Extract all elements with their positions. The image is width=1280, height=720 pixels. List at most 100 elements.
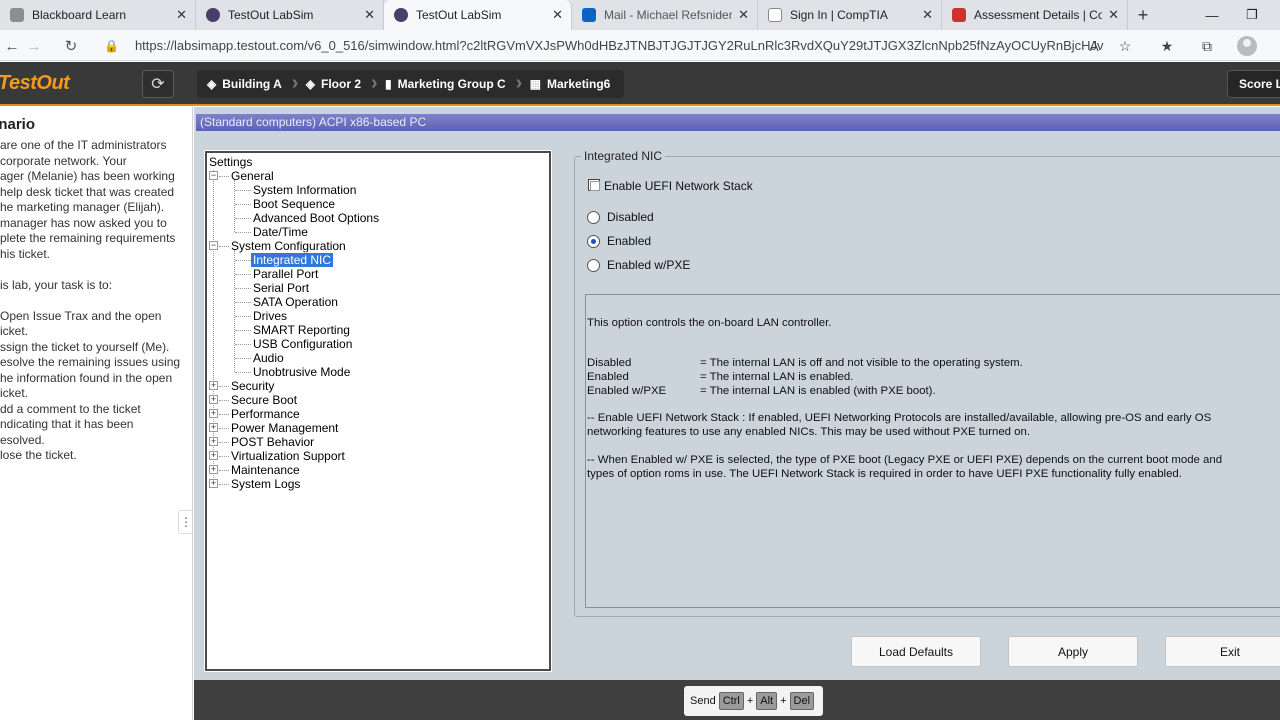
close-icon[interactable]: ✕	[738, 7, 749, 23]
tree-item[interactable]: Parallel Port	[253, 267, 318, 281]
uefi-checkbox-label[interactable]: Enable UEFI Network Stack	[604, 179, 753, 193]
tree-item[interactable]: Serial Port	[253, 281, 309, 295]
tree-node[interactable]: Power Management	[231, 421, 338, 435]
tree-item[interactable]: SMART Reporting	[253, 323, 350, 337]
breadcrumb-group[interactable]: ▮ Marketing Group C ›	[375, 70, 522, 98]
tree-connector	[235, 218, 251, 219]
load-defaults-button[interactable]: Load Defaults	[851, 636, 981, 667]
expand-icon[interactable]: +	[209, 465, 218, 474]
lock-icon: 🔒	[104, 38, 119, 53]
expand-icon[interactable]: +	[209, 409, 218, 418]
browser-tab[interactable]: Blackboard Learn ✕	[0, 0, 196, 30]
ctrl-alt-del-button[interactable]: Send Ctrl + Alt + Del	[684, 686, 824, 716]
close-icon[interactable]: ✕	[1108, 7, 1119, 23]
breadcrumb-computer[interactable]: ▦ Marketing6	[520, 70, 625, 98]
close-icon[interactable]: ✕	[176, 7, 187, 23]
radio-disabled[interactable]	[587, 211, 600, 224]
url-field[interactable]: 🔒 https://labsimapp.testout.com/v6_0_516…	[104, 33, 1104, 58]
tree-item[interactable]: System Information	[253, 183, 356, 197]
expand-icon[interactable]: +	[209, 451, 218, 460]
tree-node[interactable]: System Logs	[231, 477, 300, 491]
tree-item[interactable]: Date/Time	[253, 225, 308, 239]
tree-connector	[219, 470, 229, 471]
uefi-network-stack-checkbox[interactable]	[588, 179, 600, 191]
tree-item[interactable]: Audio	[253, 351, 284, 365]
expand-icon[interactable]: +	[209, 381, 218, 390]
browser-tab-active[interactable]: TestOut LabSim ✕	[384, 0, 572, 30]
breadcrumb-building[interactable]: ◈ Building A ›	[197, 70, 298, 98]
close-icon[interactable]: ✕	[552, 7, 563, 23]
tree-node[interactable]: Maintenance	[231, 463, 300, 477]
tree-node-system-configuration[interactable]: System Configuration	[231, 239, 346, 253]
description-uefi-note: -- Enable UEFI Network Stack : If enable…	[587, 412, 1212, 424]
expand-icon[interactable]: +	[209, 479, 218, 488]
read-aloud-icon[interactable]: A	[1082, 34, 1106, 58]
apply-button[interactable]: Apply	[1008, 636, 1138, 667]
collections-icon[interactable]: ⧉	[1195, 34, 1219, 58]
tree-connector	[235, 302, 251, 303]
profile-avatar[interactable]	[1237, 36, 1257, 56]
tree-node[interactable]: Secure Boot	[231, 393, 297, 407]
expand-icon[interactable]: +	[209, 395, 218, 404]
browser-tab[interactable]: Sign In | CompTIA ✕	[758, 0, 942, 30]
radio-enabled-pxe-label[interactable]: Enabled w/PXE	[607, 258, 690, 272]
favorites-icon[interactable]: ★	[1155, 34, 1179, 58]
radio-enabled-pxe[interactable]	[587, 259, 600, 272]
tree-node[interactable]: POST Behavior	[231, 435, 314, 449]
tree-connector	[235, 316, 251, 317]
tree-node[interactable]: Performance	[231, 407, 300, 421]
scenario-text-line: corporate network. Your	[0, 153, 127, 168]
tree-item[interactable]: SATA Operation	[253, 295, 338, 309]
breadcrumb-label: Floor 2	[321, 77, 362, 91]
outlook-icon	[582, 8, 596, 22]
more-options-icon[interactable]: ⋮	[178, 510, 192, 534]
expand-icon[interactable]: +	[209, 437, 218, 446]
browser-tab[interactable]: Mail - Michael Refsnider - C ✕	[572, 0, 758, 30]
collapse-icon[interactable]: −	[209, 241, 218, 250]
tree-node[interactable]: Security	[231, 379, 274, 393]
favorites-add-icon[interactable]: ☆	[1113, 34, 1137, 58]
plus-sign: +	[780, 695, 787, 707]
new-tab-icon[interactable]: +	[1128, 0, 1158, 30]
tree-node[interactable]: Virtualization Support	[231, 449, 345, 463]
minimize-icon[interactable]: —	[1192, 0, 1232, 30]
close-icon[interactable]: ✕	[922, 7, 933, 23]
maximize-icon[interactable]: ❐	[1232, 0, 1272, 30]
browser-tab[interactable]: Assessment Details | Comp ✕	[942, 0, 1128, 30]
tree-connector	[219, 400, 229, 401]
radio-enabled[interactable]	[587, 235, 600, 248]
tree-item[interactable]: USB Configuration	[253, 337, 352, 351]
tree-item[interactable]: Unobtrusive Mode	[253, 365, 350, 379]
tree-root-settings[interactable]: Settings	[209, 155, 252, 169]
expand-icon[interactable]: +	[209, 423, 218, 432]
score-button[interactable]: Score La	[1227, 70, 1280, 98]
forward-icon[interactable]: →	[22, 34, 46, 58]
tree-item[interactable]: Boot Sequence	[253, 197, 335, 211]
breadcrumb-floor[interactable]: ◈ Floor 2 ›	[296, 70, 378, 98]
reload-icon[interactable]: ↻	[59, 34, 83, 58]
tree-connector	[219, 484, 229, 485]
radio-enabled-label[interactable]: Enabled	[607, 234, 651, 248]
description-intro: This option controls the on-board LAN co…	[587, 317, 832, 329]
tree-item[interactable]: Advanced Boot Options	[253, 211, 379, 225]
browser-tab[interactable]: TestOut LabSim ✕	[196, 0, 384, 30]
back-icon[interactable]: ←	[0, 34, 24, 58]
refresh-icon[interactable]: ⟳	[142, 70, 174, 98]
exit-button[interactable]: Exit	[1165, 636, 1280, 667]
close-icon[interactable]: ✕	[364, 7, 375, 23]
tree-connector	[235, 260, 251, 261]
tree-item[interactable]: Drives	[253, 309, 287, 323]
radio-disabled-label[interactable]: Disabled	[607, 210, 654, 224]
scenario-text-line: ndicating that it has been	[0, 417, 134, 431]
tree-node-general[interactable]: General	[231, 169, 274, 183]
scenario-text-line: lose the ticket.	[0, 448, 77, 462]
tree-connector	[219, 176, 229, 177]
testout-icon	[394, 8, 408, 22]
bios-title-bar: (Standard computers) ACPI x86-based PC	[196, 114, 1280, 131]
breadcrumb: ◈ Building A › ◈ Floor 2 › ▮ Marketing G…	[197, 70, 625, 98]
tree-item[interactable]: Integrated NIC	[249, 252, 335, 268]
url-text: https://labsimapp.testout.com/v6_0_516/s…	[134, 38, 1104, 53]
collapse-icon[interactable]: −	[209, 171, 218, 180]
scenario-text-line: manager has now asked you to	[0, 215, 167, 230]
building-icon: ▮	[385, 77, 392, 91]
